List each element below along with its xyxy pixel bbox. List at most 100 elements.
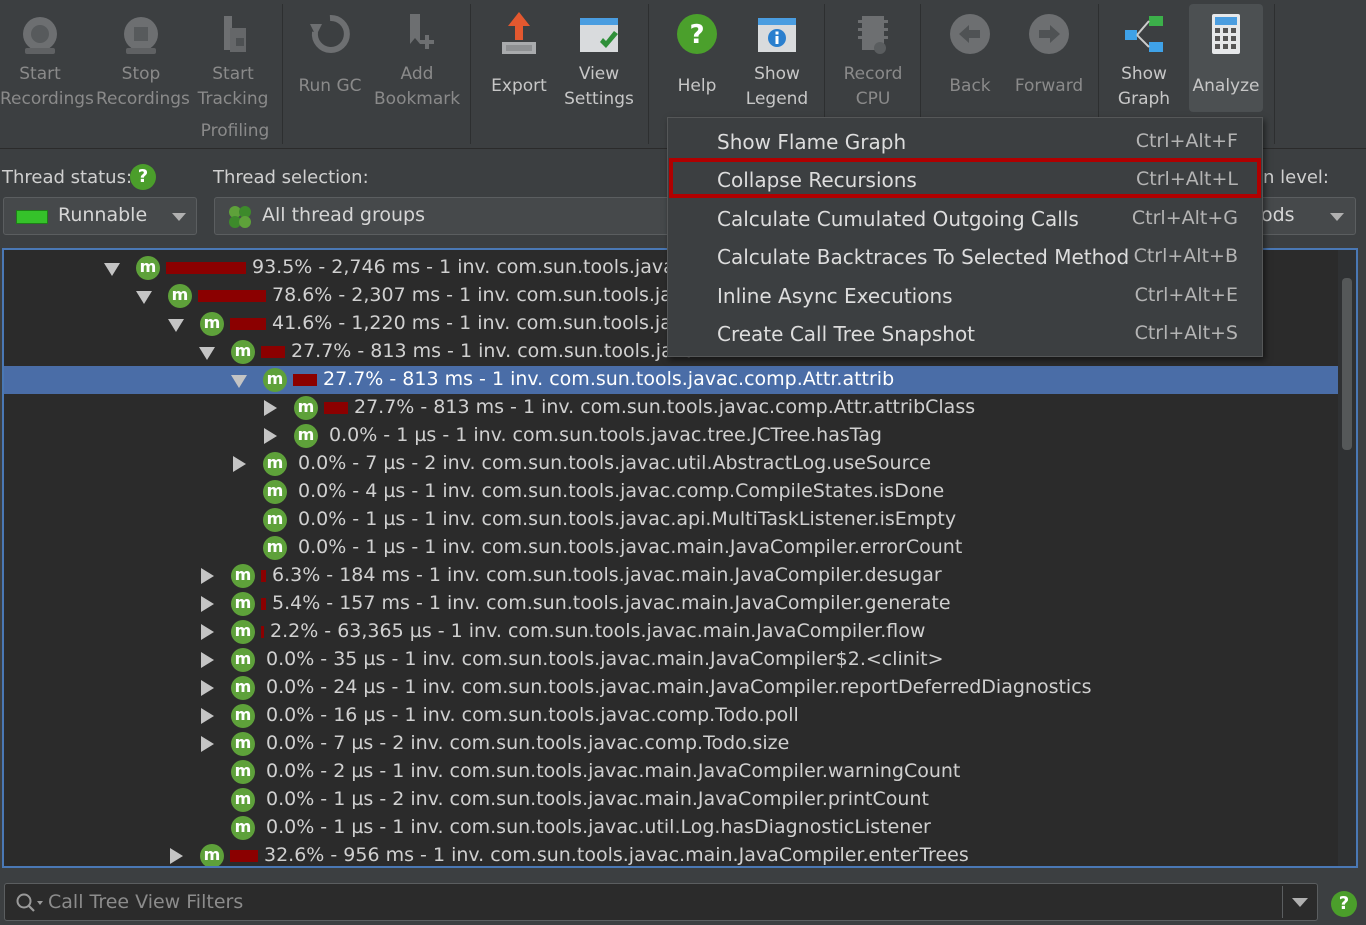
tree-row-label: 6.3% - 184 ms - 1 inv. com.sun.tools.jav… — [272, 564, 942, 586]
analyze-dropdown-menu: Show Flame Graph Ctrl+Alt+F Collapse Rec… — [667, 117, 1263, 357]
chevron-down-icon[interactable] — [1292, 898, 1308, 907]
tree-row[interactable]: m 27.7% - 813 ms - 1 inv. com.sun.tools.j… — [4, 366, 1338, 394]
tree-row-label: 0.0% - 7 µs - 2 inv. com.sun.tools.javac… — [266, 732, 790, 754]
toolbar-separator — [1274, 4, 1275, 144]
export-button[interactable]: Export — [484, 4, 554, 112]
tree-row[interactable]: m 0.0% - 1 µs - 1 inv. com.sun.tools.java… — [4, 814, 1338, 842]
thread-group-icon — [229, 206, 251, 228]
expand-triangle-closed-icon[interactable] — [201, 652, 214, 668]
add-bookmark-label: Add Bookmark — [374, 64, 461, 109]
method-icon: m — [231, 676, 255, 700]
menu-item-collapse-recursions[interactable]: Collapse Recursions Ctrl+Alt+L — [668, 160, 1262, 198]
run-gc-button[interactable]: Run GC — [292, 4, 368, 112]
expand-triangle-open-icon[interactable] — [136, 291, 152, 304]
help-icon[interactable]: ? — [1331, 891, 1357, 917]
tree-row[interactable]: m 0.0% - 1 µs - 1 inv. com.sun.tools.java… — [4, 506, 1338, 534]
tree-row[interactable]: m 2.2% - 63,365 µs - 1 inv. com.sun.tools… — [4, 618, 1338, 646]
expand-triangle-closed-icon[interactable] — [201, 624, 214, 640]
menu-item-create-call-tree-snapshot[interactable]: Create Call Tree Snapshot Ctrl+Alt+S — [668, 314, 1262, 352]
expand-triangle-closed-icon[interactable] — [170, 848, 183, 864]
expand-triangle-open-icon[interactable] — [231, 375, 247, 388]
record-cpu-button[interactable]: Record CPU — [836, 4, 910, 112]
expand-triangle-closed-icon[interactable] — [201, 736, 214, 752]
tree-row[interactable]: m 0.0% - 24 µs - 1 inv. com.sun.tools.jav… — [4, 674, 1338, 702]
tree-row-label: 27.7% - 813 ms - 1 inv. com.sun.tools.ja… — [323, 368, 895, 390]
tree-row[interactable]: m 6.3% - 184 ms - 1 inv. com.sun.tools.ja… — [4, 562, 1338, 590]
svg-text:?: ? — [689, 20, 704, 50]
tree-row-label: 5.4% - 157 ms - 1 inv. com.sun.tools.jav… — [272, 592, 951, 614]
stop-recordings-button[interactable]: Stop Recordings — [96, 4, 190, 112]
start-recordings-button[interactable]: Start Recordings — [0, 4, 94, 112]
expand-triangle-closed-icon[interactable] — [201, 596, 214, 612]
thread-selection-combo[interactable]: All thread groups — [214, 197, 674, 235]
tree-row-label: 0.0% - 7 µs - 2 inv. com.sun.tools.javac… — [298, 452, 932, 474]
method-icon: m — [231, 788, 255, 812]
menu-item-shortcut: Ctrl+Alt+F — [1135, 130, 1238, 152]
tree-row[interactable]: m 0.0% - 4 µs - 1 inv. com.sun.tools.java… — [4, 478, 1338, 506]
time-bar — [261, 570, 266, 582]
expand-triangle-closed-icon[interactable] — [201, 568, 214, 584]
menu-item-inline-async-executions[interactable]: Inline Async Executions Ctrl+Alt+E — [668, 276, 1262, 314]
thread-status-help-icon[interactable]: ? — [130, 164, 156, 190]
time-bar — [324, 402, 348, 414]
tree-row[interactable]: m 32.6% - 956 ms - 1 inv. com.sun.tools.j… — [4, 842, 1338, 866]
expand-triangle-closed-icon[interactable] — [264, 400, 277, 416]
menu-item-cumulated-outgoing-calls[interactable]: Calculate Cumulated Outgoing Calls Ctrl+… — [668, 199, 1262, 237]
view-settings-label: View Settings — [564, 64, 634, 109]
record-cpu-label: Record CPU — [843, 64, 903, 109]
back-label: Back — [949, 76, 991, 96]
tree-row[interactable]: m 0.0% - 35 µs - 1 inv. com.sun.tools.jav… — [4, 646, 1338, 674]
expand-triangle-closed-icon[interactable] — [201, 680, 214, 696]
export-icon — [502, 12, 536, 54]
back-button[interactable]: Back — [932, 4, 1008, 112]
tree-row[interactable]: m 0.0% - 1 µs - 2 inv. com.sun.tools.java… — [4, 786, 1338, 814]
search-icon — [16, 893, 43, 912]
tree-row-label: 0.0% - 35 µs - 1 inv. com.sun.tools.java… — [266, 648, 944, 670]
call-tree-filter-input[interactable]: Call Tree View Filters — [4, 883, 1318, 921]
expand-triangle-open-icon[interactable] — [168, 319, 184, 332]
add-bookmark-button[interactable]: Add Bookmark — [374, 4, 460, 112]
method-icon: m — [136, 256, 160, 280]
legend-icon — [758, 18, 796, 52]
toolbar-group-label: Profiling — [200, 121, 270, 141]
help-button[interactable]: ? Help — [662, 4, 732, 112]
method-icon: m — [231, 816, 255, 840]
time-bar — [166, 262, 246, 274]
stop-recordings-label: Stop Recordings — [96, 64, 190, 109]
expand-triangle-closed-icon[interactable] — [233, 456, 246, 472]
view-settings-icon — [580, 18, 618, 52]
tree-row[interactable]: m 0.0% - 1 µs - 1 inv. com.sun.tools.java… — [4, 534, 1338, 562]
time-bar — [261, 626, 264, 638]
expand-triangle-closed-icon[interactable] — [201, 708, 214, 724]
expand-triangle-open-icon[interactable] — [199, 347, 215, 360]
tree-row[interactable]: m 0.0% - 1 µs - 1 inv. com.sun.tools.java… — [4, 422, 1338, 450]
tree-row[interactable]: m 0.0% - 7 µs - 2 inv. com.sun.tools.java… — [4, 450, 1338, 478]
thread-status-combo[interactable]: Runnable — [3, 197, 197, 235]
expand-triangle-open-icon[interactable] — [104, 263, 120, 276]
method-icon: m — [231, 648, 255, 672]
thread-selection-value: All thread groups — [262, 204, 425, 226]
analyze-button[interactable]: Analyze — [1189, 4, 1263, 112]
tree-row[interactable]: m 0.0% - 16 µs - 1 inv. com.sun.tools.jav… — [4, 702, 1338, 730]
show-legend-button[interactable]: Show Legend — [740, 4, 814, 112]
tree-row[interactable]: m 5.4% - 157 ms - 1 inv. com.sun.tools.ja… — [4, 590, 1338, 618]
vertical-scrollbar[interactable] — [1338, 250, 1356, 866]
tree-row-label: 2.2% - 63,365 µs - 1 inv. com.sun.tools.… — [270, 620, 926, 642]
forward-button[interactable]: Forward — [1012, 4, 1086, 112]
menu-item-backtraces-selected-method[interactable]: Calculate Backtraces To Selected Method … — [668, 237, 1262, 275]
runnable-status-icon — [16, 210, 48, 224]
tree-row[interactable]: m 0.0% - 7 µs - 2 inv. com.sun.tools.java… — [4, 730, 1338, 758]
tree-row-label: 27.7% - 813 ms - 1 inv. com.sun.tools.ja… — [354, 396, 976, 418]
menu-item-show-flame-graph[interactable]: Show Flame Graph Ctrl+Alt+F — [668, 122, 1262, 160]
show-graph-button[interactable]: Show Graph — [1108, 4, 1180, 112]
back-arrow-icon — [950, 14, 990, 54]
method-icon: m — [231, 732, 255, 756]
show-legend-label: Show Legend — [745, 64, 809, 109]
tree-row[interactable]: m 27.7% - 813 ms - 1 inv. com.sun.tools.j… — [4, 394, 1338, 422]
tree-row[interactable]: m 0.0% - 2 µs - 1 inv. com.sun.tools.java… — [4, 758, 1338, 786]
scrollbar-thumb[interactable] — [1342, 278, 1352, 450]
method-icon: m — [231, 592, 255, 616]
view-settings-button[interactable]: View Settings — [562, 4, 636, 112]
expand-triangle-closed-icon[interactable] — [264, 428, 277, 444]
start-tracking-button[interactable]: Start Tracking — [196, 4, 270, 112]
